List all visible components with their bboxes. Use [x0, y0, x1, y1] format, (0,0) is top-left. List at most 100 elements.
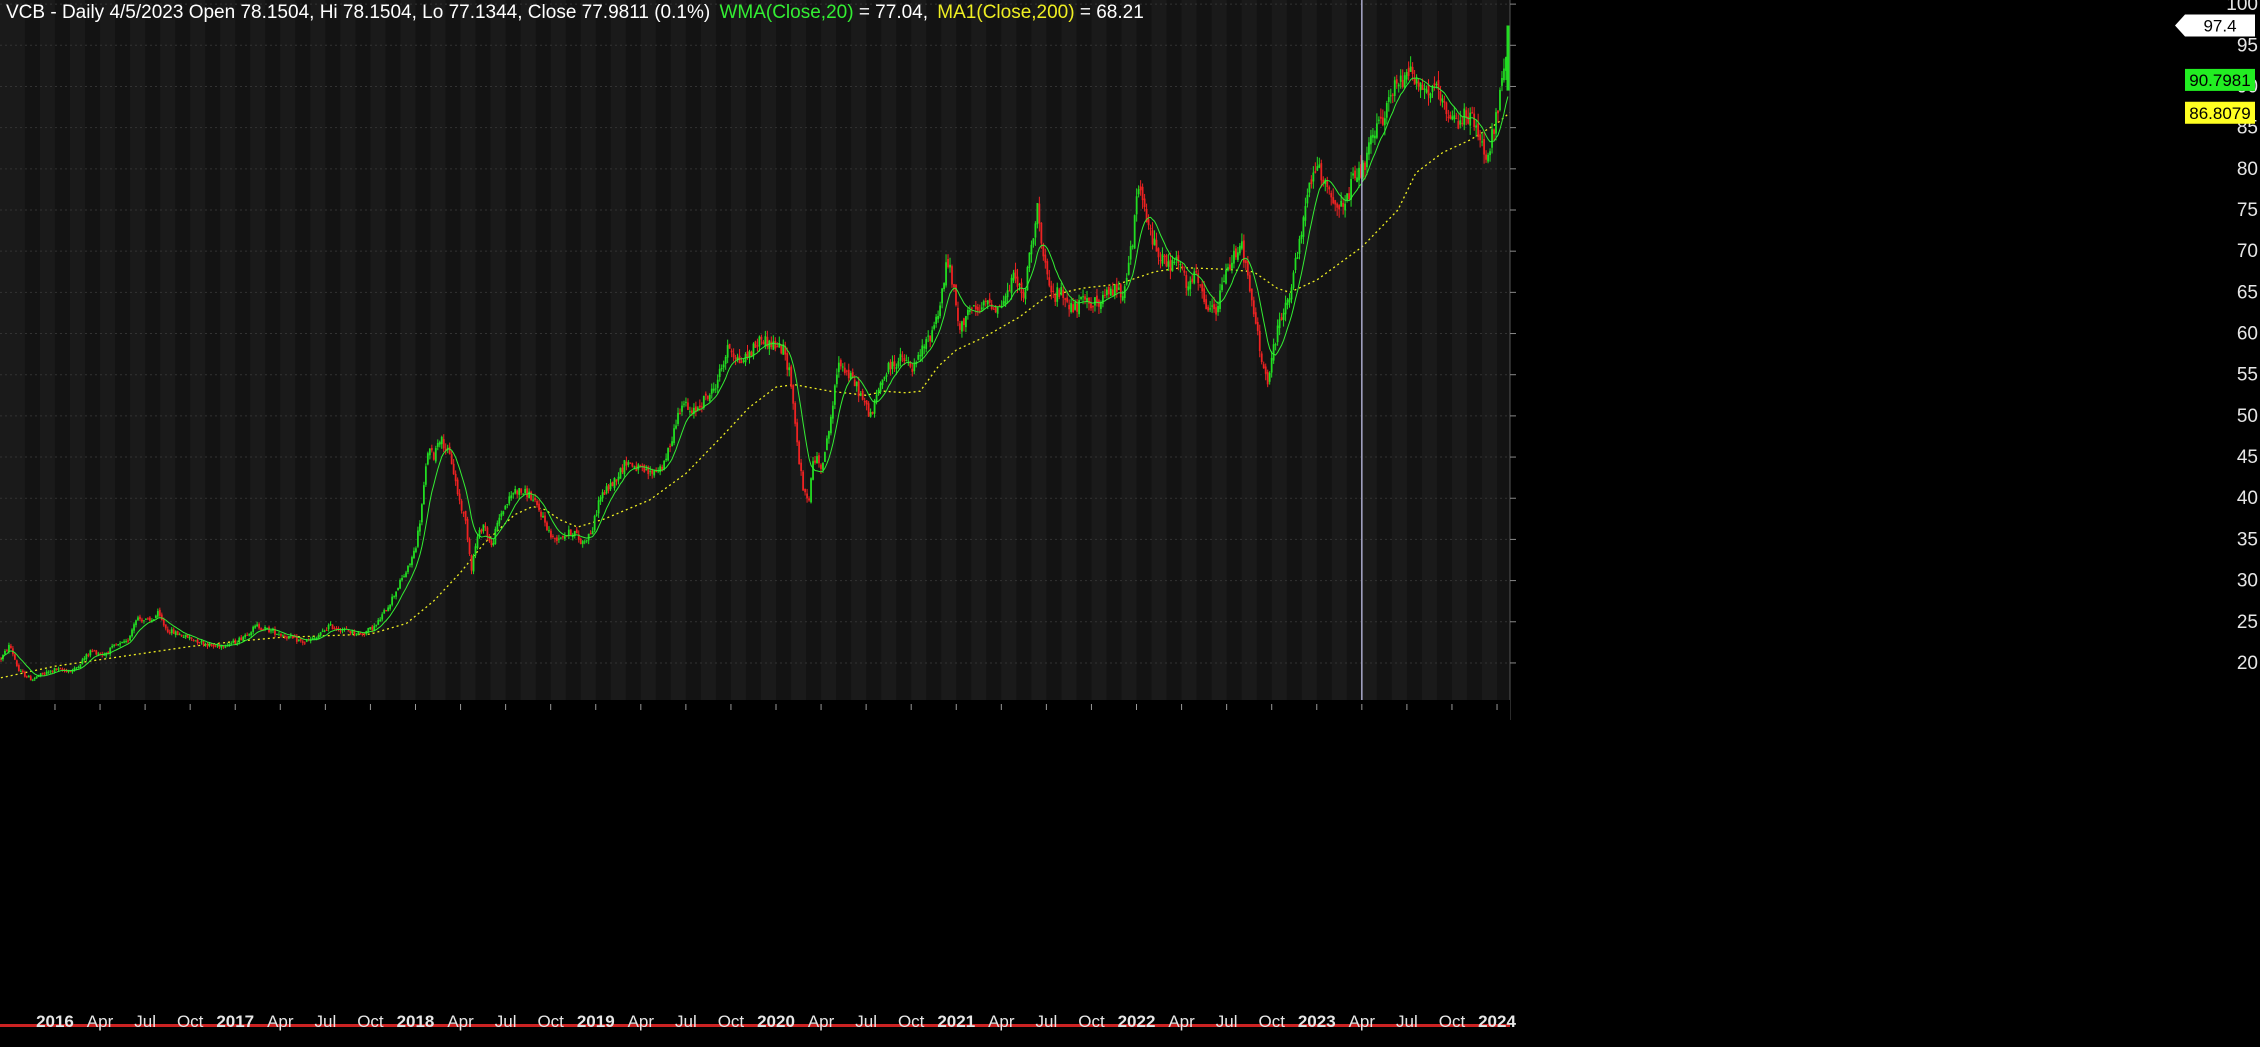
candle-body [500, 513, 503, 517]
candle-body [1260, 353, 1263, 362]
month-band [1076, 0, 1092, 720]
candle-body [548, 530, 550, 532]
candle-body [552, 535, 554, 538]
candle-body [976, 306, 979, 311]
candle-body [194, 640, 197, 642]
y-tick-label: 35 [2237, 529, 2258, 550]
candle-body [1425, 89, 1428, 93]
month-band [505, 0, 521, 720]
x-tick-label: Oct [1078, 1012, 1105, 1031]
candle-body [403, 576, 405, 578]
candle-body [1457, 121, 1460, 129]
candle-body [1473, 113, 1476, 128]
candle-body [961, 321, 963, 332]
candle-body [115, 644, 118, 646]
price-chart[interactable]: 20253035404550556065707580859095100 2016… [0, 0, 2260, 1047]
candle-body [1302, 217, 1305, 237]
candle-body [1320, 163, 1323, 181]
x-tick-label: 2016 [36, 1012, 74, 1031]
candle-body [178, 634, 181, 636]
candle-body [91, 650, 94, 652]
candle-body [1411, 66, 1414, 75]
candle-body [1372, 134, 1374, 138]
candle-body [1052, 290, 1055, 293]
candle-body [698, 405, 701, 408]
header-wma-label: WMA(Close,20) [719, 2, 853, 23]
candle-body [1346, 193, 1349, 201]
candle-body [1459, 120, 1462, 125]
candle-body [645, 468, 648, 471]
candle-body [1054, 294, 1057, 302]
x-tick-label: Apr [808, 1012, 835, 1031]
candle-body [1379, 116, 1382, 119]
candle-body [1383, 118, 1386, 126]
candle-body [1282, 312, 1285, 320]
candle-body [1109, 288, 1112, 296]
candle-body [1016, 276, 1019, 287]
candle-body [121, 642, 124, 644]
candle-body [301, 641, 304, 643]
x-tick-label: 2022 [1118, 1012, 1156, 1031]
month-band [295, 0, 311, 720]
candle-body [913, 363, 916, 372]
candle-body [649, 471, 652, 473]
candle-body [992, 308, 995, 310]
candle-body [597, 500, 600, 514]
month-band [1136, 0, 1152, 720]
candle-body [139, 616, 141, 620]
candle-body [23, 672, 26, 677]
candle-body [214, 645, 217, 647]
candle-body [1377, 119, 1380, 121]
candle-body [1501, 77, 1503, 86]
candle-body [71, 670, 74, 673]
candle-body [1215, 307, 1217, 315]
candle-body [385, 609, 388, 612]
candle-body [242, 636, 245, 642]
x-tick-label: Apr [1349, 1012, 1376, 1031]
candle-body [1044, 254, 1047, 263]
candle-body [532, 499, 534, 501]
month-band [565, 0, 581, 720]
candle-body [865, 400, 868, 405]
candle-body [1105, 289, 1108, 296]
candle-body [47, 671, 50, 673]
candle-body [1056, 287, 1059, 302]
candle-body [1258, 330, 1261, 352]
candle-body [458, 493, 461, 501]
candle-body [1102, 294, 1104, 304]
candle-body [1483, 138, 1486, 155]
candle-body [1366, 152, 1368, 168]
candle-body [492, 542, 495, 546]
candle-body [700, 406, 703, 408]
candle-body [1028, 252, 1031, 268]
candle-body [13, 654, 16, 660]
candle-body [1334, 200, 1337, 205]
candle-body [434, 448, 437, 462]
y-tick-label: 25 [2237, 612, 2258, 633]
candle-body [673, 428, 675, 444]
candle-body [339, 630, 342, 632]
candle-body [1070, 303, 1073, 312]
candle-body [127, 640, 129, 642]
candle-body [1074, 302, 1077, 310]
candle-body [25, 676, 28, 678]
month-band [866, 0, 882, 720]
candle-body [762, 341, 765, 345]
candle-body [476, 536, 479, 548]
candle-body [1455, 118, 1458, 120]
candle-body [974, 305, 977, 310]
candle-body [69, 671, 72, 673]
candle-body [1018, 284, 1021, 286]
candle-body [405, 572, 407, 578]
candle-body [212, 644, 215, 647]
month-band [745, 0, 761, 720]
month-band [1286, 0, 1302, 720]
x-tick-label: Apr [988, 1012, 1015, 1031]
candle-body [623, 460, 626, 475]
candle-body [595, 514, 598, 516]
candle-body [323, 630, 326, 632]
month-band [115, 0, 131, 720]
candle-body [329, 623, 332, 625]
candle-body [994, 306, 997, 313]
candle-body [156, 611, 159, 617]
